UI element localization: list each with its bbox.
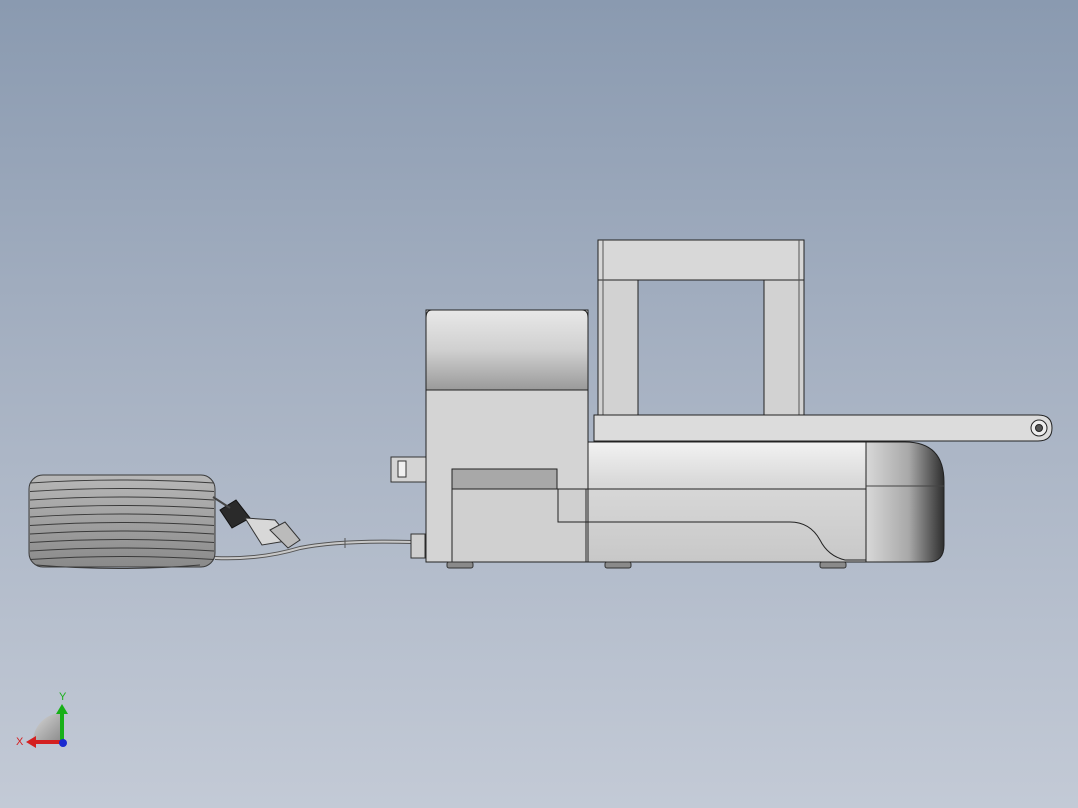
- side-mount-bracket[interactable]: [390, 456, 428, 483]
- base-body[interactable]: [557, 441, 867, 563]
- front-nose[interactable]: [865, 441, 945, 563]
- triad-quadrant: [33, 713, 62, 742]
- reference-triad[interactable]: Y X: [16, 691, 68, 748]
- lifting-arm[interactable]: [593, 414, 1053, 442]
- y-axis-label: Y: [59, 691, 67, 703]
- y-axis-arrowhead: [56, 704, 68, 714]
- cad-viewport[interactable]: Y X: [0, 0, 1078, 808]
- feet: [446, 561, 847, 569]
- model-canvas[interactable]: Y X: [0, 0, 1078, 808]
- x-axis-arrowhead: [26, 736, 36, 748]
- x-axis-label: X: [16, 736, 24, 748]
- cable-coil[interactable]: [28, 474, 216, 569]
- handle-frame[interactable]: [597, 239, 805, 416]
- motor-housing[interactable]: [425, 309, 589, 563]
- z-axis-dot: [59, 739, 67, 747]
- cable-connector[interactable]: [219, 499, 301, 549]
- cable[interactable]: [212, 496, 426, 561]
